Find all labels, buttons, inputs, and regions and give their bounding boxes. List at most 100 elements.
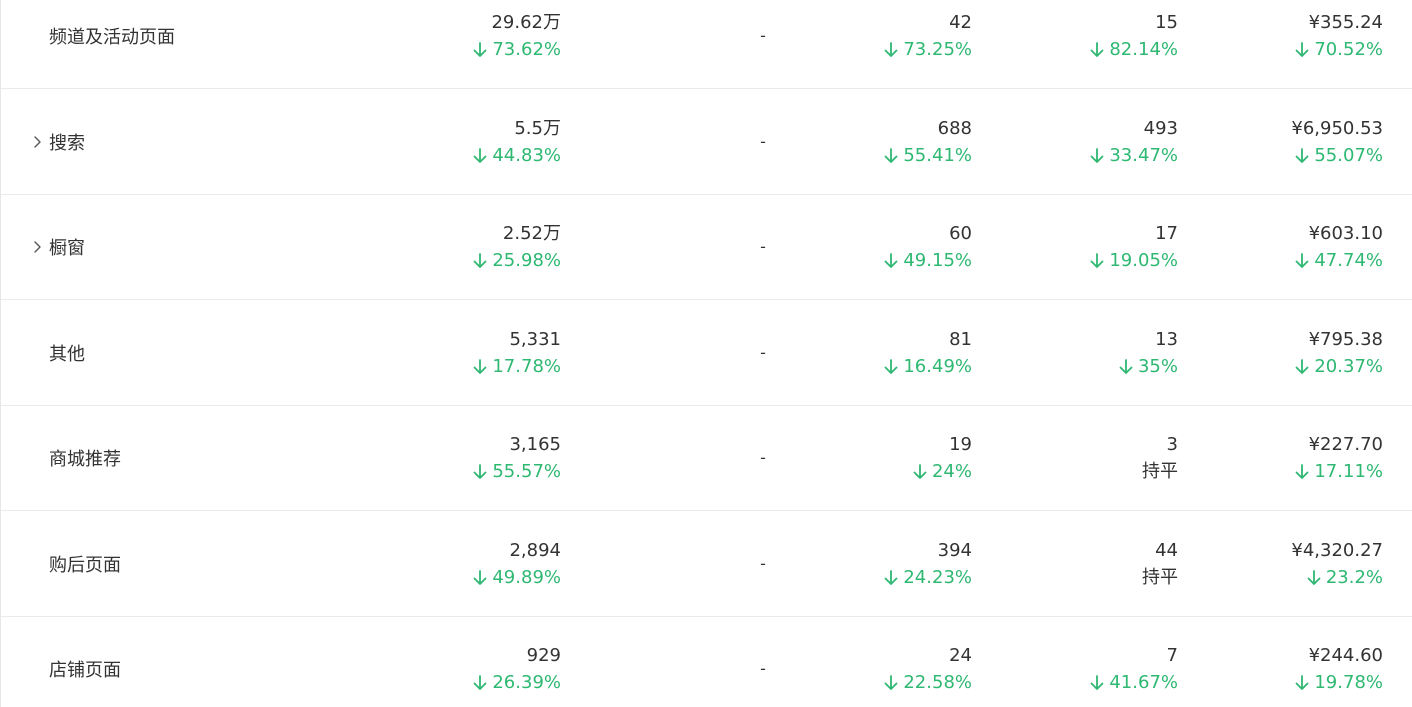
change-decrease: 49.15% (884, 247, 972, 274)
change-value: 20.37% (1314, 356, 1383, 377)
table-row[interactable]: 频道及活动页面 29.62万 73.62% 42 73.25% 15 82.14% ¥355.… (1, 0, 1412, 89)
arrow-down-icon (473, 147, 487, 164)
change-value: 26.39% (492, 672, 561, 693)
empty-value-dash: - (760, 26, 766, 45)
change-decrease: 17.11% (1295, 458, 1383, 485)
arrow-down-icon (913, 463, 927, 480)
metric-value: ¥603.10 (1308, 223, 1383, 244)
arrow-down-icon (884, 252, 898, 269)
metric-cell-col1: 3,165 55.57% (473, 431, 561, 485)
empty-value-dash: - (760, 448, 766, 467)
change-decrease: 26.39% (473, 669, 561, 696)
metric-cell-col4: 13 35% (1119, 326, 1178, 380)
arrow-down-icon (473, 41, 487, 58)
change-decrease: 17.78% (473, 353, 561, 380)
metric-value: 17 (1155, 223, 1178, 244)
metric-cell-col3: 688 55.41% (884, 115, 972, 169)
metric-value: 5,331 (509, 329, 561, 350)
change-value: 19.05% (1109, 250, 1178, 271)
metric-value: ¥355.24 (1308, 12, 1383, 33)
metric-value: ¥227.70 (1308, 434, 1383, 455)
empty-value-dash: - (760, 554, 766, 573)
empty-value-dash: - (760, 132, 766, 151)
arrow-down-icon (1090, 674, 1104, 691)
chevron-right-icon[interactable] (29, 239, 45, 255)
metric-value: ¥244.60 (1308, 645, 1383, 666)
metric-value: 13 (1155, 329, 1178, 350)
metric-value: 394 (937, 540, 972, 561)
metric-value: ¥6,950.53 (1291, 118, 1383, 139)
metric-cell-col1: 2,894 49.89% (473, 537, 561, 591)
metric-value: 19 (949, 434, 972, 455)
table-row[interactable]: 橱窗 2.52万 25.98% 60 49.15% 17 19.05% ¥603.10 47.7… (1, 194, 1412, 300)
arrow-down-icon (1295, 147, 1309, 164)
arrow-down-icon (1295, 41, 1309, 58)
metric-value: 3,165 (509, 434, 561, 455)
metric-cell-col1: 929 26.39% (473, 642, 561, 696)
metric-cell-col5: ¥244.60 19.78% (1295, 642, 1383, 696)
arrow-down-icon (1307, 569, 1321, 586)
metric-cell-col5: ¥6,950.53 55.07% (1291, 115, 1383, 169)
arrow-down-icon (1090, 252, 1104, 269)
change-decrease: 25.98% (473, 247, 561, 274)
metric-value: 2.52万 (502, 223, 561, 244)
metric-cell-col5: ¥795.38 20.37% (1295, 326, 1383, 380)
metric-cell-col3: 81 16.49% (884, 326, 972, 380)
traffic-source-table: 频道及活动页面 29.62万 73.62% 42 73.25% 15 82.14% ¥355.… (0, 0, 1412, 707)
change-decrease: 55.57% (473, 458, 561, 485)
metric-value: 24 (949, 645, 972, 666)
metric-value: ¥795.38 (1308, 329, 1383, 350)
metric-value: 60 (949, 223, 972, 244)
table-row[interactable]: 商城推荐 3,165 55.57% 19 24% 3 持平 ¥227.70 17.11% - (1, 405, 1412, 511)
arrow-down-icon (1295, 463, 1309, 480)
change-decrease: 23.2% (1291, 564, 1383, 591)
metric-value: 7 (1166, 645, 1178, 666)
chevron-right-icon[interactable] (29, 134, 45, 150)
change-value: 55.07% (1314, 145, 1383, 166)
change-value: 47.74% (1314, 250, 1383, 271)
arrow-down-icon (884, 147, 898, 164)
arrow-down-icon (1295, 674, 1309, 691)
metric-cell-col4: 493 33.47% (1090, 115, 1178, 169)
change-flat-label: 持平 (1142, 458, 1178, 485)
metric-cell-col3: 394 24.23% (884, 537, 972, 591)
change-value: 73.62% (492, 39, 561, 60)
empty-value-dash: - (760, 237, 766, 256)
arrow-down-icon (1295, 358, 1309, 375)
change-value: 23.2% (1325, 567, 1383, 588)
empty-value-dash: - (760, 343, 766, 362)
row-name: 其他 (49, 343, 85, 365)
change-flat-label: 持平 (1142, 564, 1178, 591)
row-name: 频道及活动页面 (49, 26, 175, 48)
change-value: 33.47% (1109, 145, 1178, 166)
metric-value: 929 (526, 645, 561, 666)
metric-cell-col3: 24 22.58% (884, 642, 972, 696)
change-decrease: 24.23% (884, 564, 972, 591)
metric-cell-col1: 29.62万 73.62% (473, 9, 561, 63)
table-row[interactable]: 店铺页面 929 26.39% 24 22.58% 7 41.67% ¥244.60 19.78… (1, 616, 1412, 707)
change-value: 16.49% (903, 356, 972, 377)
arrow-down-icon (473, 674, 487, 691)
table-row[interactable]: 购后页面 2,894 49.89% 394 24.23% 44 持平 ¥4,320.27 23.… (1, 511, 1412, 617)
change-decrease: 33.47% (1090, 142, 1178, 169)
metric-cell-col1: 2.52万 25.98% (473, 220, 561, 274)
change-value: 19.78% (1314, 672, 1383, 693)
table-row[interactable]: 搜索 5.5万 44.83% 688 55.41% 493 33.47% ¥6,950.53 5… (1, 89, 1412, 195)
row-name: 商城推荐 (49, 448, 121, 470)
change-decrease: 55.07% (1291, 142, 1383, 169)
metric-cell-col5: ¥227.70 17.11% (1295, 431, 1383, 485)
change-value: 24.23% (903, 567, 972, 588)
metric-value: 15 (1155, 12, 1178, 33)
arrow-down-icon (884, 41, 898, 58)
change-decrease: 73.25% (884, 36, 972, 63)
metric-cell-col4: 15 82.14% (1090, 9, 1178, 63)
change-decrease: 19.05% (1090, 247, 1178, 274)
change-value: 22.58% (903, 672, 972, 693)
table-row[interactable]: 其他 5,331 17.78% 81 16.49% 13 35% ¥795.38 20.37% - (1, 300, 1412, 406)
change-decrease: 70.52% (1295, 36, 1383, 63)
change-decrease: 47.74% (1295, 247, 1383, 274)
change-decrease: 41.67% (1090, 669, 1178, 696)
metric-value: 5.5万 (514, 118, 561, 139)
metric-value: 44 (1155, 540, 1178, 561)
change-value: 70.52% (1314, 39, 1383, 60)
